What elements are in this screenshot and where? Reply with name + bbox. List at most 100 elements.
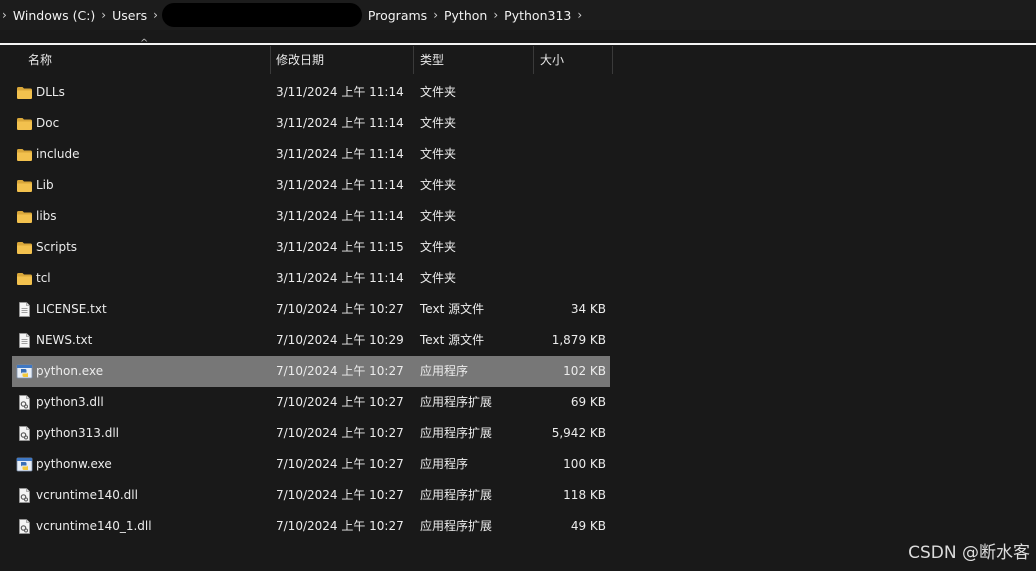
file-name: Lib bbox=[36, 178, 54, 192]
folder-icon bbox=[16, 177, 33, 194]
file-name: python313.dll bbox=[36, 426, 119, 440]
file-type: 应用程序扩展 bbox=[420, 519, 493, 533]
file-type: 文件夹 bbox=[420, 147, 457, 161]
dll-file-icon bbox=[16, 518, 33, 535]
file-name: vcruntime140.dll bbox=[36, 488, 138, 502]
dll-file-icon bbox=[16, 487, 33, 504]
chevron-right-icon[interactable]: › bbox=[0, 8, 9, 22]
folder-icon bbox=[16, 115, 33, 132]
file-type: 文件夹 bbox=[420, 116, 457, 130]
breadcrumb-users[interactable]: Users bbox=[108, 8, 151, 23]
text-file-icon bbox=[16, 332, 33, 349]
chevron-right-icon[interactable]: › bbox=[151, 8, 160, 22]
python-exe-icon bbox=[16, 363, 33, 380]
breadcrumb-drive[interactable]: Windows (C:) bbox=[9, 8, 99, 23]
file-type: 文件夹 bbox=[420, 240, 457, 254]
file-date: 7/10/2024 上午 10:27 bbox=[276, 519, 404, 533]
file-date: 3/11/2024 上午 11:14 bbox=[276, 147, 404, 161]
file-name: DLLs bbox=[36, 85, 65, 99]
file-date: 3/11/2024 上午 11:14 bbox=[276, 271, 404, 285]
file-row[interactable]: libs 3/11/2024 上午 11:14 文件夹 bbox=[12, 201, 610, 232]
file-name: NEWS.txt bbox=[36, 333, 93, 347]
file-type: 文件夹 bbox=[420, 178, 457, 192]
file-size: 1,879 KB bbox=[551, 333, 606, 347]
file-date: 7/10/2024 上午 10:27 bbox=[276, 457, 404, 471]
file-type: 文件夹 bbox=[420, 271, 457, 285]
chevron-right-icon[interactable]: › bbox=[491, 8, 500, 22]
file-date: 3/11/2024 上午 11:15 bbox=[276, 240, 404, 254]
redacted-username bbox=[161, 3, 362, 27]
file-name: tcl bbox=[36, 271, 51, 285]
breadcrumb-python313[interactable]: Python313 bbox=[500, 8, 575, 23]
chevron-right-icon[interactable]: › bbox=[575, 8, 584, 22]
file-row[interactable]: LICENSE.txt 7/10/2024 上午 10:27 Text 源文件 34 … bbox=[12, 294, 610, 325]
file-size: 69 KB bbox=[570, 395, 606, 409]
column-separator[interactable] bbox=[533, 46, 534, 74]
file-row[interactable]: python3.dll 7/10/2024 上午 10:27 应用程序扩展 69 KB bbox=[12, 387, 610, 418]
file-date: 7/10/2024 上午 10:27 bbox=[276, 426, 404, 440]
file-date: 7/10/2024 上午 10:27 bbox=[276, 302, 404, 316]
file-size: 100 KB bbox=[563, 457, 606, 471]
file-row[interactable]: include 3/11/2024 上午 11:14 文件夹 bbox=[12, 139, 610, 170]
file-date: 3/11/2024 上午 11:14 bbox=[276, 178, 404, 192]
file-name: python.exe bbox=[36, 364, 104, 378]
file-type: 应用程序 bbox=[420, 457, 469, 471]
file-row[interactable]: NEWS.txt 7/10/2024 上午 10:29 Text 源文件 1,879 … bbox=[12, 325, 610, 356]
chevron-right-icon[interactable]: › bbox=[99, 8, 108, 22]
file-date: 3/11/2024 上午 11:14 bbox=[276, 116, 404, 130]
file-size: 118 KB bbox=[563, 488, 606, 502]
file-row[interactable]: vcruntime140.dll 7/10/2024 上午 10:27 应用程序扩展… bbox=[12, 480, 610, 511]
column-separator[interactable] bbox=[270, 46, 271, 74]
folder-icon bbox=[16, 239, 33, 256]
chevron-right-icon[interactable]: › bbox=[431, 8, 440, 22]
folder-icon bbox=[16, 208, 33, 225]
column-name[interactable]: 名称 bbox=[28, 46, 52, 74]
column-type[interactable]: 类型 bbox=[420, 46, 444, 74]
file-size: 102 KB bbox=[563, 364, 606, 378]
toolbar-divider bbox=[0, 43, 1036, 45]
breadcrumb-python[interactable]: Python bbox=[440, 8, 491, 23]
file-date: 7/10/2024 上午 10:29 bbox=[276, 333, 404, 347]
file-row[interactable]: vcruntime140_1.dll 7/10/2024 上午 10:27 应用程序… bbox=[12, 511, 610, 542]
file-name: Doc bbox=[36, 116, 60, 130]
file-row[interactable]: pythonw.exe 7/10/2024 上午 10:27 应用程序 100 KB bbox=[12, 449, 610, 480]
file-row[interactable]: python.exe 7/10/2024 上午 10:27 应用程序 102 KB bbox=[12, 356, 610, 387]
file-row[interactable]: Doc 3/11/2024 上午 11:14 文件夹 bbox=[12, 108, 610, 139]
dll-file-icon bbox=[16, 425, 33, 442]
file-name: vcruntime140_1.dll bbox=[36, 519, 152, 533]
column-date[interactable]: 修改日期 bbox=[276, 46, 324, 74]
column-header: 名称 修改日期 类型 大小 bbox=[0, 46, 1036, 74]
file-row[interactable]: Lib 3/11/2024 上午 11:14 文件夹 bbox=[12, 170, 610, 201]
file-type: 应用程序扩展 bbox=[420, 395, 493, 409]
file-type: 文件夹 bbox=[420, 85, 457, 99]
column-separator[interactable] bbox=[413, 46, 414, 74]
folder-icon bbox=[16, 84, 33, 101]
file-date: 7/10/2024 上午 10:27 bbox=[276, 395, 404, 409]
folder-icon bbox=[16, 146, 33, 163]
watermark: CSDN @断水客 bbox=[908, 543, 1030, 563]
column-size[interactable]: 大小 bbox=[540, 46, 564, 74]
file-date: 7/10/2024 上午 10:27 bbox=[276, 364, 404, 378]
file-name: Scripts bbox=[36, 240, 78, 254]
file-date: 3/11/2024 上午 11:14 bbox=[276, 209, 404, 223]
file-name: include bbox=[36, 147, 80, 161]
file-row[interactable]: Scripts 3/11/2024 上午 11:15 文件夹 bbox=[12, 232, 610, 263]
file-size: 5,942 KB bbox=[551, 426, 606, 440]
file-type: 应用程序扩展 bbox=[420, 488, 493, 502]
file-name: libs bbox=[36, 209, 57, 223]
file-date: 3/11/2024 上午 11:14 bbox=[276, 85, 404, 99]
python-exe-icon bbox=[16, 456, 33, 473]
file-size: 34 KB bbox=[570, 302, 606, 316]
breadcrumb: › Windows (C:) › Users › Programs › Pyth… bbox=[0, 0, 1036, 30]
column-separator[interactable] bbox=[612, 46, 613, 74]
file-list: DLLs 3/11/2024 上午 11:14 文件夹 Doc 3/11/2024 上午… bbox=[12, 77, 610, 542]
breadcrumb-programs[interactable]: Programs bbox=[364, 8, 431, 23]
file-row[interactable]: python313.dll 7/10/2024 上午 10:27 应用程序扩展 5,9… bbox=[12, 418, 610, 449]
file-size: 49 KB bbox=[570, 519, 606, 533]
file-type: 文件夹 bbox=[420, 209, 457, 223]
folder-icon bbox=[16, 270, 33, 287]
file-row[interactable]: tcl 3/11/2024 上午 11:14 文件夹 bbox=[12, 263, 610, 294]
file-row[interactable]: DLLs 3/11/2024 上午 11:14 文件夹 bbox=[12, 77, 610, 108]
dll-file-icon bbox=[16, 394, 33, 411]
file-date: 7/10/2024 上午 10:27 bbox=[276, 488, 404, 502]
